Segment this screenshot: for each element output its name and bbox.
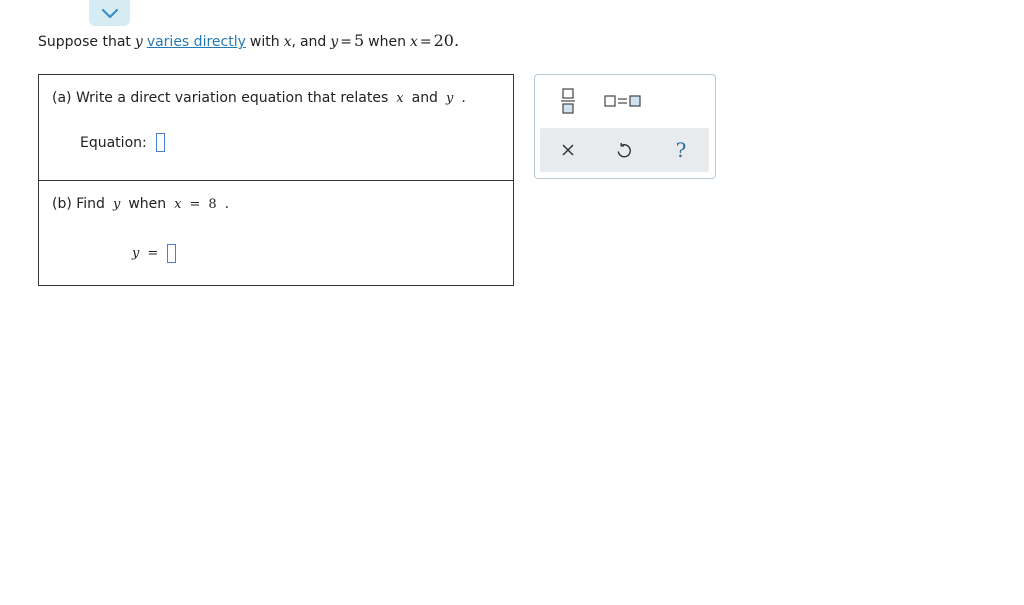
part-b-text: (b) Find [52, 196, 105, 212]
undo-button[interactable] [596, 128, 652, 172]
fraction-icon [561, 88, 575, 114]
collapse-tab-button[interactable] [89, 0, 130, 26]
equation-template-button[interactable] [601, 89, 645, 113]
part-b-eq: = [189, 197, 201, 212]
part-b-value: 8 [208, 197, 217, 212]
help-button[interactable]: ? [653, 128, 709, 172]
part-a-var-y: y [445, 91, 454, 106]
math-toolbar: ? [534, 74, 716, 179]
prompt-period: . [453, 31, 460, 50]
eq2-sign: = [419, 34, 432, 50]
var-y: y [134, 34, 143, 50]
y-answer-var: y [132, 246, 140, 261]
varies-directly-link[interactable]: varies directly [147, 34, 246, 50]
with-text: with [249, 34, 280, 50]
eq1-sign: = [340, 34, 352, 50]
part-a-text: (a) Write a direct variation equation th… [52, 90, 389, 106]
part-a-label: (a) Write a direct variation equation th… [52, 90, 466, 106]
clear-icon [562, 144, 574, 156]
and-text: and [299, 34, 327, 50]
fraction-button[interactable] [555, 84, 581, 118]
part-a-var-x: x [396, 91, 404, 106]
part-b-when: when [128, 196, 167, 212]
comma: , [291, 34, 296, 50]
part-b-label: (b) Find y when x = 8 . [52, 196, 229, 212]
equation-row: Equation: [80, 133, 165, 152]
help-icon: ? [675, 138, 687, 162]
part-a: (a) Write a direct variation equation th… [39, 75, 513, 180]
equation-answer-input[interactable] [155, 133, 165, 152]
part-b-var-x: x [174, 197, 182, 212]
y-answer-input[interactable] [167, 244, 177, 263]
clear-button[interactable] [540, 128, 596, 172]
part-a-and: and [411, 90, 438, 106]
prompt-intro: Suppose that [38, 34, 131, 50]
part-a-period: . [461, 90, 466, 106]
eq2-value: 20 [433, 31, 454, 50]
equation-label: Equation: [80, 134, 147, 151]
question-box: (a) Write a direct variation equation th… [38, 74, 514, 286]
y-answer-eq: = [147, 246, 159, 261]
eq1-var: y [330, 34, 339, 50]
part-b: (b) Find y when x = 8 . y = [39, 181, 513, 286]
undo-icon [617, 143, 631, 158]
action-bar: ? [540, 128, 709, 172]
eq2-var: x [409, 34, 418, 50]
part-b-period: . [224, 196, 230, 212]
eq1-value: 5 [353, 31, 365, 50]
part-b-var-y: y [112, 197, 121, 212]
equation-template-icon [604, 95, 641, 107]
y-answer-row: y = [132, 244, 177, 263]
chevron-down-icon [101, 8, 118, 18]
problem-statement: Suppose that y varies directly with x, a… [38, 31, 459, 50]
when-text: when [368, 34, 406, 50]
var-x: x [283, 34, 292, 50]
